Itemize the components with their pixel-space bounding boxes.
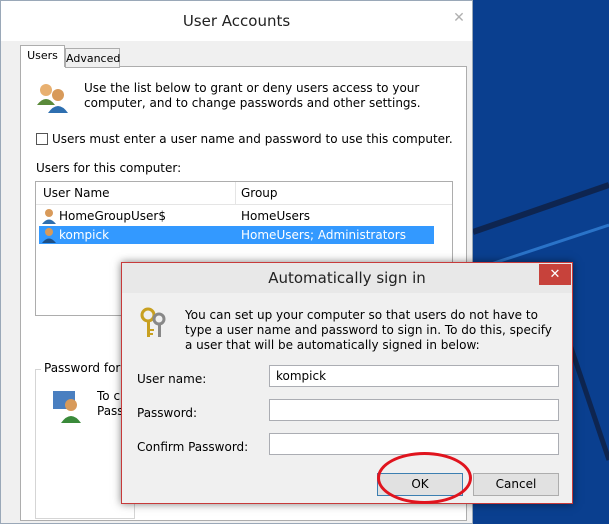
close-icon[interactable]: ✕ [539,264,571,285]
list-item-selected[interactable]: kompick HomeUsers; Administrators [39,226,434,244]
password-group-legend: Password for kompick [41,361,129,375]
column-divider[interactable] [235,182,236,204]
close-icon[interactable]: ✕ [445,9,473,27]
require-password-checkbox[interactable] [36,133,48,145]
intro-text: Use the list below to grant or deny user… [84,81,421,110]
column-header-user-name[interactable]: User Name [43,186,110,200]
username-label: User name: [137,372,207,386]
users-for-computer-label: Users for this computer: [36,161,182,175]
window-title: User Accounts [182,12,291,30]
column-header-group[interactable]: Group [241,186,278,200]
password-label: Password: [137,406,198,420]
cancel-button[interactable]: Cancel [473,473,559,496]
user-accounts-titlebar: User Accounts ✕ [1,1,472,41]
keys-icon [140,307,166,337]
tab-advanced[interactable]: Advanced [65,48,120,68]
password-group-text: To chPassw [97,389,123,418]
username-field[interactable] [269,365,559,387]
user-group: HomeUsers; Administrators [241,228,406,242]
list-item[interactable]: HomeGroupUser$ HomeUsers [39,207,434,225]
user-icon [42,209,56,224]
ok-button[interactable]: OK [377,473,463,496]
confirm-password-label: Confirm Password: [137,440,249,454]
user-key-icon [53,391,81,423]
tab-users[interactable]: Users [20,45,65,67]
user-group: HomeUsers [241,209,311,223]
user-name: HomeGroupUser$ [59,209,166,223]
user-name: kompick [59,228,110,242]
dialog-description: You can set up your computer so that use… [185,308,552,352]
dialog-titlebar: Automatically sign in ✕ [122,263,572,293]
auto-signin-dialog: Automatically sign in ✕ You can set up y… [121,262,573,504]
users-group-icon [37,84,68,113]
password-field[interactable] [269,399,559,421]
user-icon [42,228,56,243]
dialog-title: Automatically sign in [268,269,426,287]
dialog-body: You can set up your computer so that use… [125,293,569,502]
list-header: User Name Group [36,182,452,205]
require-password-label[interactable]: Users must enter a user name and passwor… [52,132,453,146]
confirm-password-field[interactable] [269,433,559,455]
